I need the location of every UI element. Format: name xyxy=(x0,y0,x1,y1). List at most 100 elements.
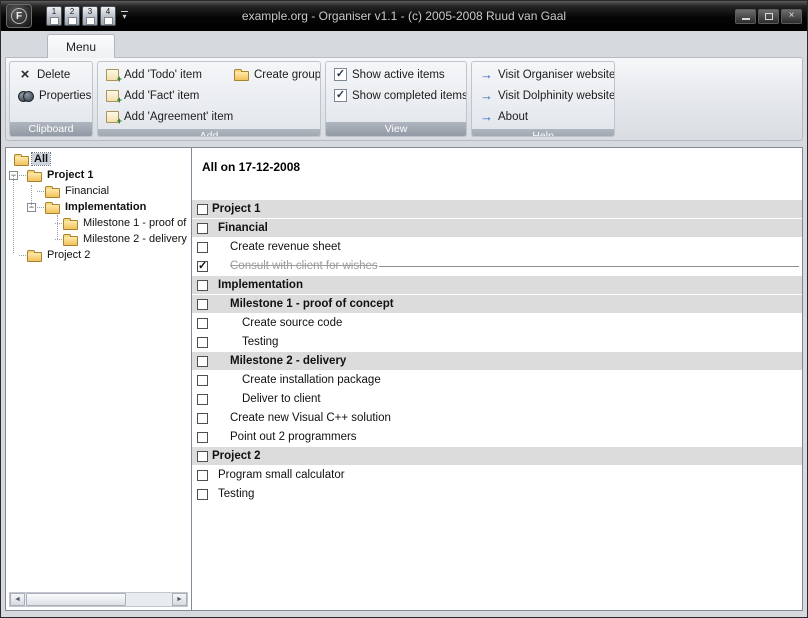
tree-item-all[interactable]: All xyxy=(6,151,191,167)
todo-row[interactable]: Create source code xyxy=(192,314,802,333)
todo-row[interactable]: Testing xyxy=(192,485,802,504)
title-bar: F 1 2 3 4 ▾ example.org - Organiser v1.1… xyxy=(1,1,807,31)
group-row-milestone-1[interactable]: Milestone 1 - proof of concept xyxy=(192,295,802,314)
add-group-body: + Add 'Todo' item + Add 'Fact' item + Ad… xyxy=(98,62,320,129)
scrollbar-thumb[interactable] xyxy=(26,593,126,606)
folder-icon xyxy=(27,249,42,262)
button-label: About xyxy=(498,110,529,123)
checkbox[interactable] xyxy=(197,469,208,481)
quick-access-button-2[interactable]: 2 xyxy=(64,6,80,26)
checkbox[interactable] xyxy=(197,488,208,500)
checkbox[interactable] xyxy=(197,222,208,234)
app-logo: F xyxy=(11,8,27,24)
ribbon-group-help: → Visit Organiser website → Visit Dolphi… xyxy=(471,61,615,137)
visit-organiser-website-button[interactable]: → Visit Organiser website xyxy=(476,64,615,85)
arrow-right-icon: → xyxy=(480,88,493,103)
checkbox[interactable] xyxy=(197,241,208,253)
todo-row[interactable]: Deliver to client xyxy=(192,390,802,409)
todo-row[interactable]: Create new Visual C++ solution xyxy=(192,409,802,428)
checkbox[interactable] xyxy=(197,431,208,443)
tree-item-project-2[interactable]: Project 2 xyxy=(6,247,191,263)
quick-access-customize-button[interactable]: ▾ xyxy=(118,6,131,26)
scrollbar-track[interactable] xyxy=(126,593,172,606)
show-active-items-checkbox[interactable]: ✓ Show active items xyxy=(330,64,466,85)
close-button[interactable]: × xyxy=(781,8,802,24)
todo-row[interactable]: Create revenue sheet xyxy=(192,238,802,257)
create-group-button[interactable]: Create group xyxy=(230,64,321,85)
document-icon xyxy=(85,16,95,25)
row-label: Milestone 2 - delivery xyxy=(230,355,347,367)
todo-rows: Project 1 Financial Create revenue sheet… xyxy=(192,200,802,504)
tree-item-label: Project 1 xyxy=(47,169,94,181)
scroll-left-icon: ◄ xyxy=(14,596,21,603)
checkbox[interactable] xyxy=(197,336,208,348)
checkbox[interactable] xyxy=(197,298,208,310)
tree-item-financial[interactable]: Financial xyxy=(6,183,191,199)
add-agreement-item-button[interactable]: + Add 'Agreement' item xyxy=(102,106,233,127)
checkbox[interactable] xyxy=(197,317,208,329)
todo-row[interactable]: Testing xyxy=(192,333,802,352)
delete-icon: × xyxy=(20,65,30,83)
minimize-button[interactable] xyxy=(735,8,756,24)
app-icon[interactable]: F xyxy=(6,4,32,28)
completed-todo-row[interactable]: ✓ Consult with client for wishes xyxy=(192,257,802,276)
row-label: Testing xyxy=(218,488,255,500)
tree-item-label: All xyxy=(30,152,52,166)
tree-item-label: Milestone 2 - delivery xyxy=(83,233,187,245)
checkbox-checked[interactable]: ✓ xyxy=(197,260,208,272)
quick-access-button-4[interactable]: 4 xyxy=(100,6,116,26)
checkbox[interactable] xyxy=(197,393,208,405)
todo-row[interactable]: Program small calculator xyxy=(192,466,802,485)
scroll-right-button[interactable]: ► xyxy=(172,593,187,606)
group-row-project-2[interactable]: Project 2 xyxy=(192,447,802,466)
group-row-milestone-2[interactable]: Milestone 2 - delivery xyxy=(192,352,802,371)
organiser-window: F 1 2 3 4 ▾ example.org - Organiser v1.1… xyxy=(0,0,808,618)
about-button[interactable]: → About xyxy=(476,106,614,127)
folder-icon xyxy=(27,169,42,182)
checkbox[interactable] xyxy=(197,279,208,291)
group-label-help: Help xyxy=(472,129,614,136)
checkbox[interactable] xyxy=(197,374,208,386)
row-label: Create source code xyxy=(242,317,343,329)
group-row-implementation[interactable]: Implementation xyxy=(192,276,802,295)
ribbon: × Delete Properties Clipboard + Add 'Tod… xyxy=(5,57,803,141)
checkbox-checked-icon[interactable]: ✓ xyxy=(334,89,347,102)
quick-access-button-1[interactable]: 1 xyxy=(46,6,62,26)
tree-item-milestone-1[interactable]: Milestone 1 - proof of xyxy=(6,215,191,231)
checkbox[interactable] xyxy=(197,412,208,424)
quick-access-button-3[interactable]: 3 xyxy=(82,6,98,26)
quick-access-toolbar: 1 2 3 4 ▾ xyxy=(46,6,131,26)
group-label-clipboard: Clipboard xyxy=(10,122,92,136)
scroll-left-button[interactable]: ◄ xyxy=(10,593,25,606)
checkbox-label: Show active items xyxy=(352,68,445,81)
ribbon-group-add: + Add 'Todo' item + Add 'Fact' item + Ad… xyxy=(97,61,321,137)
tree-item-implementation[interactable]: − Implementation xyxy=(6,199,191,215)
checkbox[interactable] xyxy=(197,355,208,367)
checkbox[interactable] xyxy=(197,203,208,215)
group-row-financial[interactable]: Financial xyxy=(192,219,802,238)
row-label: Create installation package xyxy=(242,374,381,386)
tab-menu[interactable]: Menu xyxy=(47,34,116,58)
add-todo-item-button[interactable]: + Add 'Todo' item xyxy=(102,64,230,85)
add-fact-item-button[interactable]: + Add 'Fact' item xyxy=(102,85,230,106)
button-label: Create group xyxy=(254,68,321,81)
checkbox-checked-icon[interactable]: ✓ xyxy=(334,68,347,81)
maximize-button[interactable] xyxy=(758,8,779,24)
todo-row[interactable]: Point out 2 programmers xyxy=(192,428,802,447)
checkbox[interactable] xyxy=(197,450,208,462)
show-completed-items-checkbox[interactable]: ✓ Show completed items xyxy=(330,85,466,106)
todo-row[interactable]: Create installation package xyxy=(192,371,802,390)
properties-button[interactable]: Properties xyxy=(14,85,92,106)
minimize-icon xyxy=(741,18,750,20)
folder-icon xyxy=(45,201,60,214)
button-label: Visit Organiser website xyxy=(498,68,615,81)
tree-item-project-1[interactable]: − Project 1 xyxy=(6,167,191,183)
delete-button[interactable]: × Delete xyxy=(14,64,92,85)
visit-dolphinity-website-button[interactable]: → Visit Dolphinity website xyxy=(476,85,614,106)
tree-item-milestone-2[interactable]: Milestone 2 - delivery xyxy=(6,231,191,247)
group-row-project-1[interactable]: Project 1 xyxy=(192,200,802,219)
arrow-right-icon: → xyxy=(480,109,493,124)
tree-horizontal-scrollbar[interactable]: ◄ ► xyxy=(9,592,188,607)
content-area: All − Project 1 Financial − Implementati… xyxy=(5,147,803,611)
view-group-body: ✓ Show active items ✓ Show completed ite… xyxy=(326,62,466,122)
